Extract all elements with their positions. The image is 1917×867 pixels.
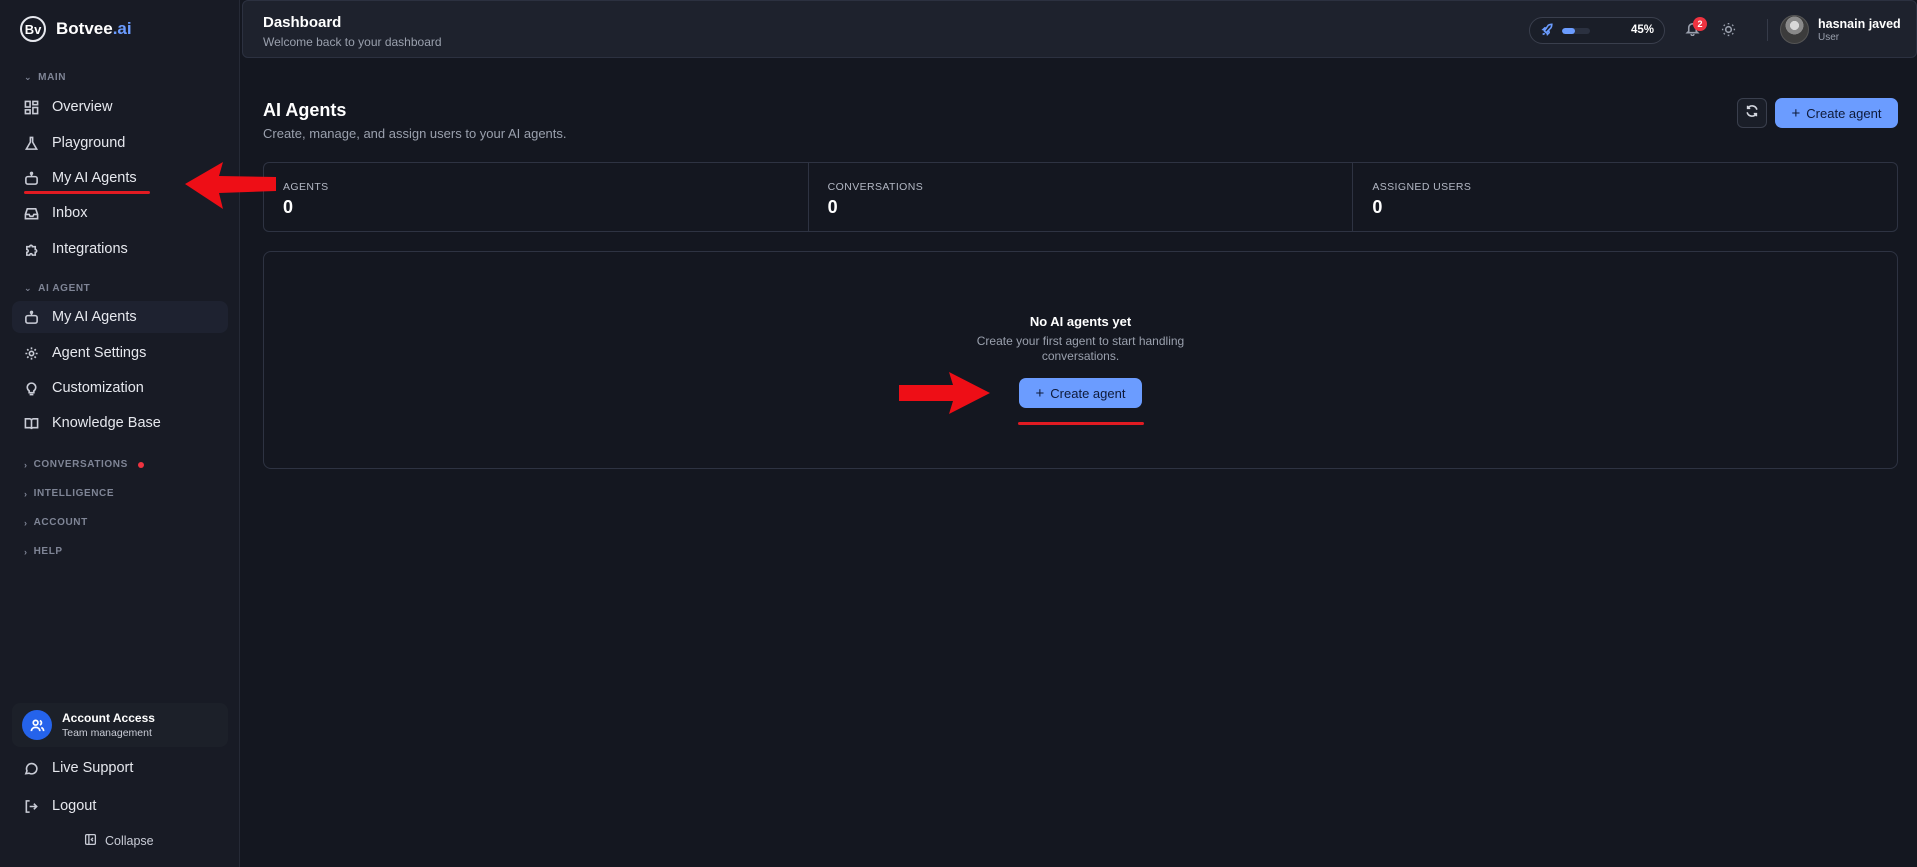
sidebar-item-label: Agent Settings [52,345,147,361]
user-name: hasnain javed [1818,17,1901,31]
sidebar-item-customization[interactable]: Customization [12,372,228,404]
progress-bar [1562,28,1590,34]
empty-state-title: No AI agents yet [1029,314,1132,329]
puzzle-icon [23,241,39,257]
section-ai-agent[interactable]: ⌄ AI AGENT [24,283,90,294]
users-icon [22,710,52,740]
brand-logo: Bv [20,16,46,42]
lightbulb-icon [23,380,39,396]
plus-icon: + [1791,104,1801,122]
logout-icon [23,798,39,814]
bot-icon [23,170,39,186]
account-card-text: Account Access Team management [62,711,155,739]
inbox-icon [23,205,39,221]
create-agent-label: Create agent [1806,105,1882,121]
chevron-down-icon: ⌄ [24,283,33,293]
sidebar-item-label: Knowledge Base [52,415,161,431]
annotation-underline [1018,422,1144,425]
sidebar-item-label: Integrations [52,241,128,257]
stat-assigned-users: ASSIGNED USERS 0 [1353,163,1897,231]
collapse-label: Collapse [105,834,154,848]
notification-badge: 2 [1693,17,1707,31]
stat-label: ASSIGNED USERS [1372,181,1472,193]
sidebar-item-logout[interactable]: Logout [12,790,228,822]
create-agent-empty-button[interactable]: + Create agent [1019,378,1142,408]
sidebar-item-label: Logout [52,798,97,814]
brand[interactable]: Bv Botvee.ai [20,16,132,42]
sidebar-item-live-support[interactable]: Live Support [12,752,228,784]
account-card-title: Account Access [62,711,155,725]
flask-icon [23,135,39,151]
section-main[interactable]: ⌄ MAIN [24,72,66,83]
sidebar-item-label: Customization [52,380,144,396]
refresh-icon [1745,104,1759,123]
book-icon [23,415,39,431]
sidebar-item-label: My AI Agents [52,309,137,325]
sidebar: Bv Botvee.ai ⌄ MAIN Overview Playground … [0,0,240,867]
sidebar-item-label: Live Support [52,760,134,776]
sidebar-item-label: Playground [52,135,126,151]
section-intelligence[interactable]: › INTELLIGENCE [24,488,114,499]
progress-pill[interactable]: 45% [1529,17,1665,44]
section-title: AI Agents [263,100,347,120]
refresh-button[interactable] [1737,98,1767,128]
sidebar-item-my-ai-agents-sub[interactable]: My AI Agents [12,301,228,333]
section-conversations[interactable]: › CONVERSATIONS [24,459,144,470]
annotation-arrow-right [899,372,990,414]
stat-value: 0 [1372,197,1383,217]
stat-value: 0 [283,197,294,217]
sidebar-item-label: My AI Agents [52,170,137,186]
sun-icon[interactable] [1721,22,1737,38]
annotation-arrow-left [185,162,276,209]
sidebar-collapse-icon [84,833,97,849]
annotation-underline [24,191,150,194]
plus-icon: + [1035,384,1045,402]
stat-agents: AGENTS 0 [264,163,809,231]
account-card-subtitle: Team management [62,727,152,739]
chevron-right-icon: › [24,546,28,557]
rocket-icon [1540,23,1555,38]
section-account[interactable]: › ACCOUNT [24,517,88,528]
brand-name: Botvee.ai [56,19,132,38]
empty-state-card: No AI agents yet Create your first agent… [263,251,1898,469]
chevron-right-icon: › [24,488,28,499]
progress-percent: 45% [1630,24,1654,36]
sidebar-item-playground[interactable]: Playground [12,127,228,159]
sidebar-item-knowledge-base[interactable]: Knowledge Base [12,407,228,439]
chevron-right-icon: › [24,459,28,470]
top-header: Dashboard Welcome back to your dashboard… [242,0,1917,58]
stat-label: AGENTS [283,181,329,193]
avatar[interactable] [1780,15,1809,44]
bot-icon [23,309,39,325]
stat-label: CONVERSATIONS [827,181,924,193]
empty-state-subtitle: Create your first agent to start handlin… [976,334,1185,363]
grid-icon [23,99,39,115]
sidebar-item-overview[interactable]: Overview [12,91,228,123]
collapse-button[interactable]: Collapse [84,833,154,849]
user-role: User [1818,32,1840,43]
stats-row: AGENTS 0 CONVERSATIONS 0 ASSIGNED USERS … [263,162,1898,232]
sidebar-item-agent-settings[interactable]: Agent Settings [12,337,228,369]
create-agent-button[interactable]: + Create agent [1775,98,1898,128]
sidebar-item-label: Overview [52,99,113,115]
chat-icon [23,760,39,776]
stat-conversations: CONVERSATIONS 0 [809,163,1354,231]
stat-value: 0 [827,197,838,217]
sidebar-item-label: Inbox [52,205,88,221]
section-help[interactable]: › HELP [24,546,63,557]
create-agent-label: Create agent [1050,385,1126,401]
header-divider [1767,19,1768,41]
account-access-card[interactable]: Account Access Team management [12,703,228,747]
chevron-right-icon: › [24,517,28,528]
section-subtitle: Create, manage, and assign users to your… [263,126,567,141]
page-subtitle: Welcome back to your dashboard [263,35,442,49]
gear-icon [23,345,39,361]
chevron-down-icon: ⌄ [24,72,33,82]
page-title: Dashboard [263,14,342,31]
sidebar-item-integrations[interactable]: Integrations [12,233,228,265]
unread-dot [137,461,144,468]
progress-fill [1562,28,1575,34]
